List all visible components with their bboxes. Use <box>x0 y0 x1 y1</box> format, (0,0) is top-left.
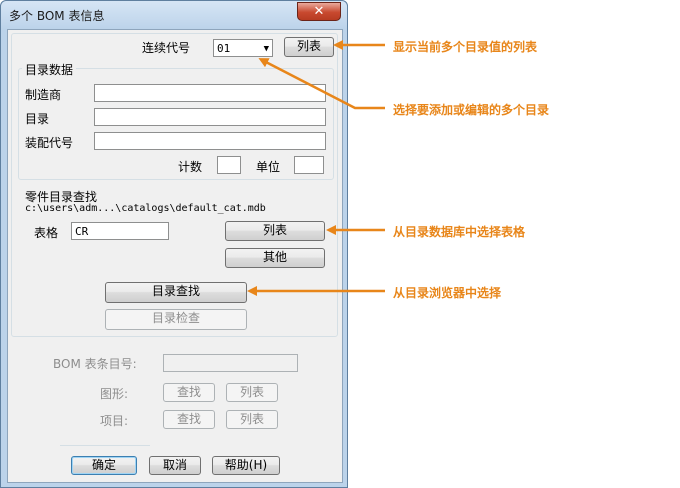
callout-arrows <box>247 40 385 296</box>
callout-show-list: 显示当前多个目录值的列表 <box>393 40 538 54</box>
callout-select-multi: 选择要添加或编辑的多个目录 <box>393 103 550 117</box>
callout-select-table: 从目录数据库中选择表格 <box>393 225 526 239</box>
callout-select-browser: 从目录浏览器中选择 <box>393 286 502 300</box>
arrow-to-sequence-combo <box>258 58 385 110</box>
